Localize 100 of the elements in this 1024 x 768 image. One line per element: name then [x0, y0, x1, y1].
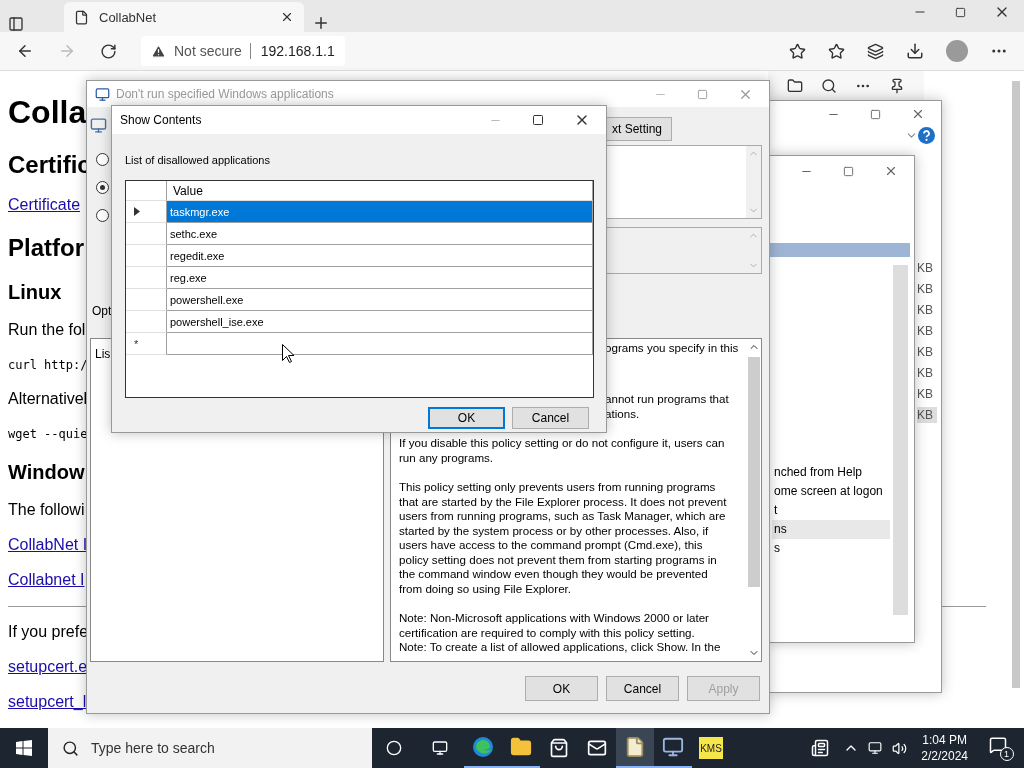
close-icon[interactable] — [280, 10, 294, 24]
browser-icon[interactable] — [472, 736, 494, 758]
search-icon — [62, 739, 79, 757]
column-header[interactable]: Value — [167, 181, 593, 201]
dialog-button[interactable]: Cancel — [606, 676, 679, 701]
favorites-icon[interactable] — [828, 42, 845, 60]
close-icon[interactable] — [884, 164, 898, 178]
dialog-button[interactable]: OK — [525, 676, 598, 701]
pin-icon[interactable] — [889, 78, 905, 94]
list-entry[interactable]: s — [772, 539, 890, 558]
value-cell[interactable]: powershell_ise.exe — [167, 311, 593, 333]
list-caption: List of disallowed applications — [125, 154, 271, 166]
profile-avatar[interactable] — [946, 40, 968, 62]
document-icon[interactable] — [624, 736, 646, 758]
store-icon[interactable] — [549, 738, 569, 758]
file-size: KB — [917, 344, 934, 360]
news-icon[interactable] — [811, 739, 830, 757]
scrollbar[interactable] — [893, 265, 908, 615]
page-link[interactable]: CollabNet I — [8, 535, 88, 555]
policy-icon — [95, 86, 110, 102]
help-text: If you disable this policy setting or do not configure it, users can — [399, 436, 725, 451]
page-link[interactable]: Certificate — [8, 195, 81, 215]
clock-time: 1:04 PM — [922, 732, 967, 748]
dialog-button[interactable]: OK — [428, 407, 505, 429]
value-cell[interactable]: regedit.exe — [167, 245, 593, 267]
kms-app-icon[interactable]: KMS — [699, 737, 723, 759]
mail-icon[interactable] — [587, 738, 607, 758]
cortana-icon[interactable] — [386, 740, 402, 756]
value-cell[interactable]: taskmgr.exe — [167, 201, 593, 223]
collections-icon[interactable] — [867, 42, 884, 60]
list-entry[interactable]: t — [772, 501, 890, 520]
file-size: KB — [917, 407, 937, 423]
new-value-cell[interactable] — [167, 333, 593, 355]
address-bar[interactable]: Not secure 192.168.1.1 — [141, 36, 345, 66]
scrollbar[interactable] — [1012, 81, 1020, 688]
clock[interactable]: 1:04 PM 2/2/2024 — [911, 732, 978, 764]
file-size: KB — [917, 365, 934, 381]
radio-button[interactable] — [96, 153, 109, 166]
window-title: Don't run specified Windows applications — [116, 87, 334, 101]
radio-button[interactable] — [96, 209, 109, 222]
value-cell[interactable]: sethc.exe — [167, 223, 593, 245]
file-size: KB — [917, 386, 934, 402]
value-cell[interactable]: reg.exe — [167, 267, 593, 289]
new-row-marker: * — [134, 337, 139, 350]
options-label: Opt — [92, 304, 112, 318]
search-placeholder: Type here to search — [91, 740, 215, 756]
help-text: users from running programs, such as Task Manager, which are — [399, 509, 726, 524]
page-link[interactable]: Collabnet I — [8, 570, 85, 590]
dialog-button[interactable]: Cancel — [512, 407, 589, 429]
radio-button[interactable] — [96, 181, 109, 194]
page-link[interactable]: setupcert.e — [8, 657, 88, 677]
page-heading: Platfor — [8, 233, 84, 263]
back-icon[interactable] — [16, 42, 34, 60]
page-link[interactable]: setupcert_l — [8, 692, 87, 712]
code-line: wget --quie — [8, 426, 88, 443]
refresh-icon[interactable] — [100, 42, 117, 60]
search-icon[interactable] — [821, 78, 837, 94]
help-text: certification are required to comply with this policy setting. — [399, 625, 695, 640]
list-entry[interactable]: nched from Help — [772, 463, 890, 482]
maximize-icon[interactable] — [532, 114, 544, 126]
list-entry[interactable]: ns — [772, 520, 890, 539]
computer-icon[interactable] — [662, 736, 684, 758]
list-label: Lis — [95, 347, 111, 363]
file-size: KB — [917, 323, 934, 339]
paragraph: The followi — [8, 500, 85, 520]
download-icon[interactable] — [906, 42, 924, 60]
file-size: KB — [917, 260, 934, 276]
list-entry[interactable]: ome screen at logon — [772, 482, 890, 501]
task-view-icon[interactable] — [432, 740, 448, 756]
file-size: KB — [917, 302, 934, 318]
paragraph: Run the fol — [8, 320, 86, 340]
browser-tab[interactable]: CollabNet — [64, 2, 304, 32]
tab-actions-icon[interactable] — [8, 16, 24, 32]
folder-icon[interactable] — [510, 736, 532, 758]
tab-title: CollabNet — [99, 9, 158, 25]
page-heading: Window — [8, 460, 85, 485]
page-heading: Linux — [8, 280, 62, 305]
paragraph: Alternativel — [8, 389, 88, 409]
clock-date: 2/2/2024 — [921, 748, 968, 764]
new-tab-icon[interactable] — [312, 14, 330, 32]
help-text: Note: To create a list of allowed applications, click Show. In the — [399, 640, 721, 655]
file-size: KB — [917, 281, 934, 297]
help-text: started by the system process or by other processes. Also, if — [399, 523, 709, 538]
help-text: ograms you specify in this — [605, 341, 739, 356]
taskbar-search-field[interactable]: Type here to search — [48, 728, 372, 768]
warning-icon — [151, 43, 166, 59]
page-heading: Certific — [8, 150, 91, 180]
network-icon[interactable] — [868, 741, 883, 755]
cursor-icon — [282, 344, 294, 363]
dialog-title: Show Contents — [120, 113, 202, 127]
code-line: curl http:/ — [8, 357, 88, 374]
help-text: run any programs. — [399, 450, 494, 465]
star-icon[interactable] — [789, 42, 806, 60]
help-text: from doing so using File Explorer. — [399, 581, 572, 596]
folder-icon[interactable] — [787, 78, 803, 94]
help-text: This policy setting only prevents users from running programs — [399, 480, 716, 495]
page-icon — [74, 9, 89, 25]
value-cell[interactable]: powershell.exe — [167, 289, 593, 311]
help-text: Note: Non-Microsoft applications with Windows 2000 or later — [399, 611, 709, 626]
close-icon[interactable] — [911, 107, 925, 121]
